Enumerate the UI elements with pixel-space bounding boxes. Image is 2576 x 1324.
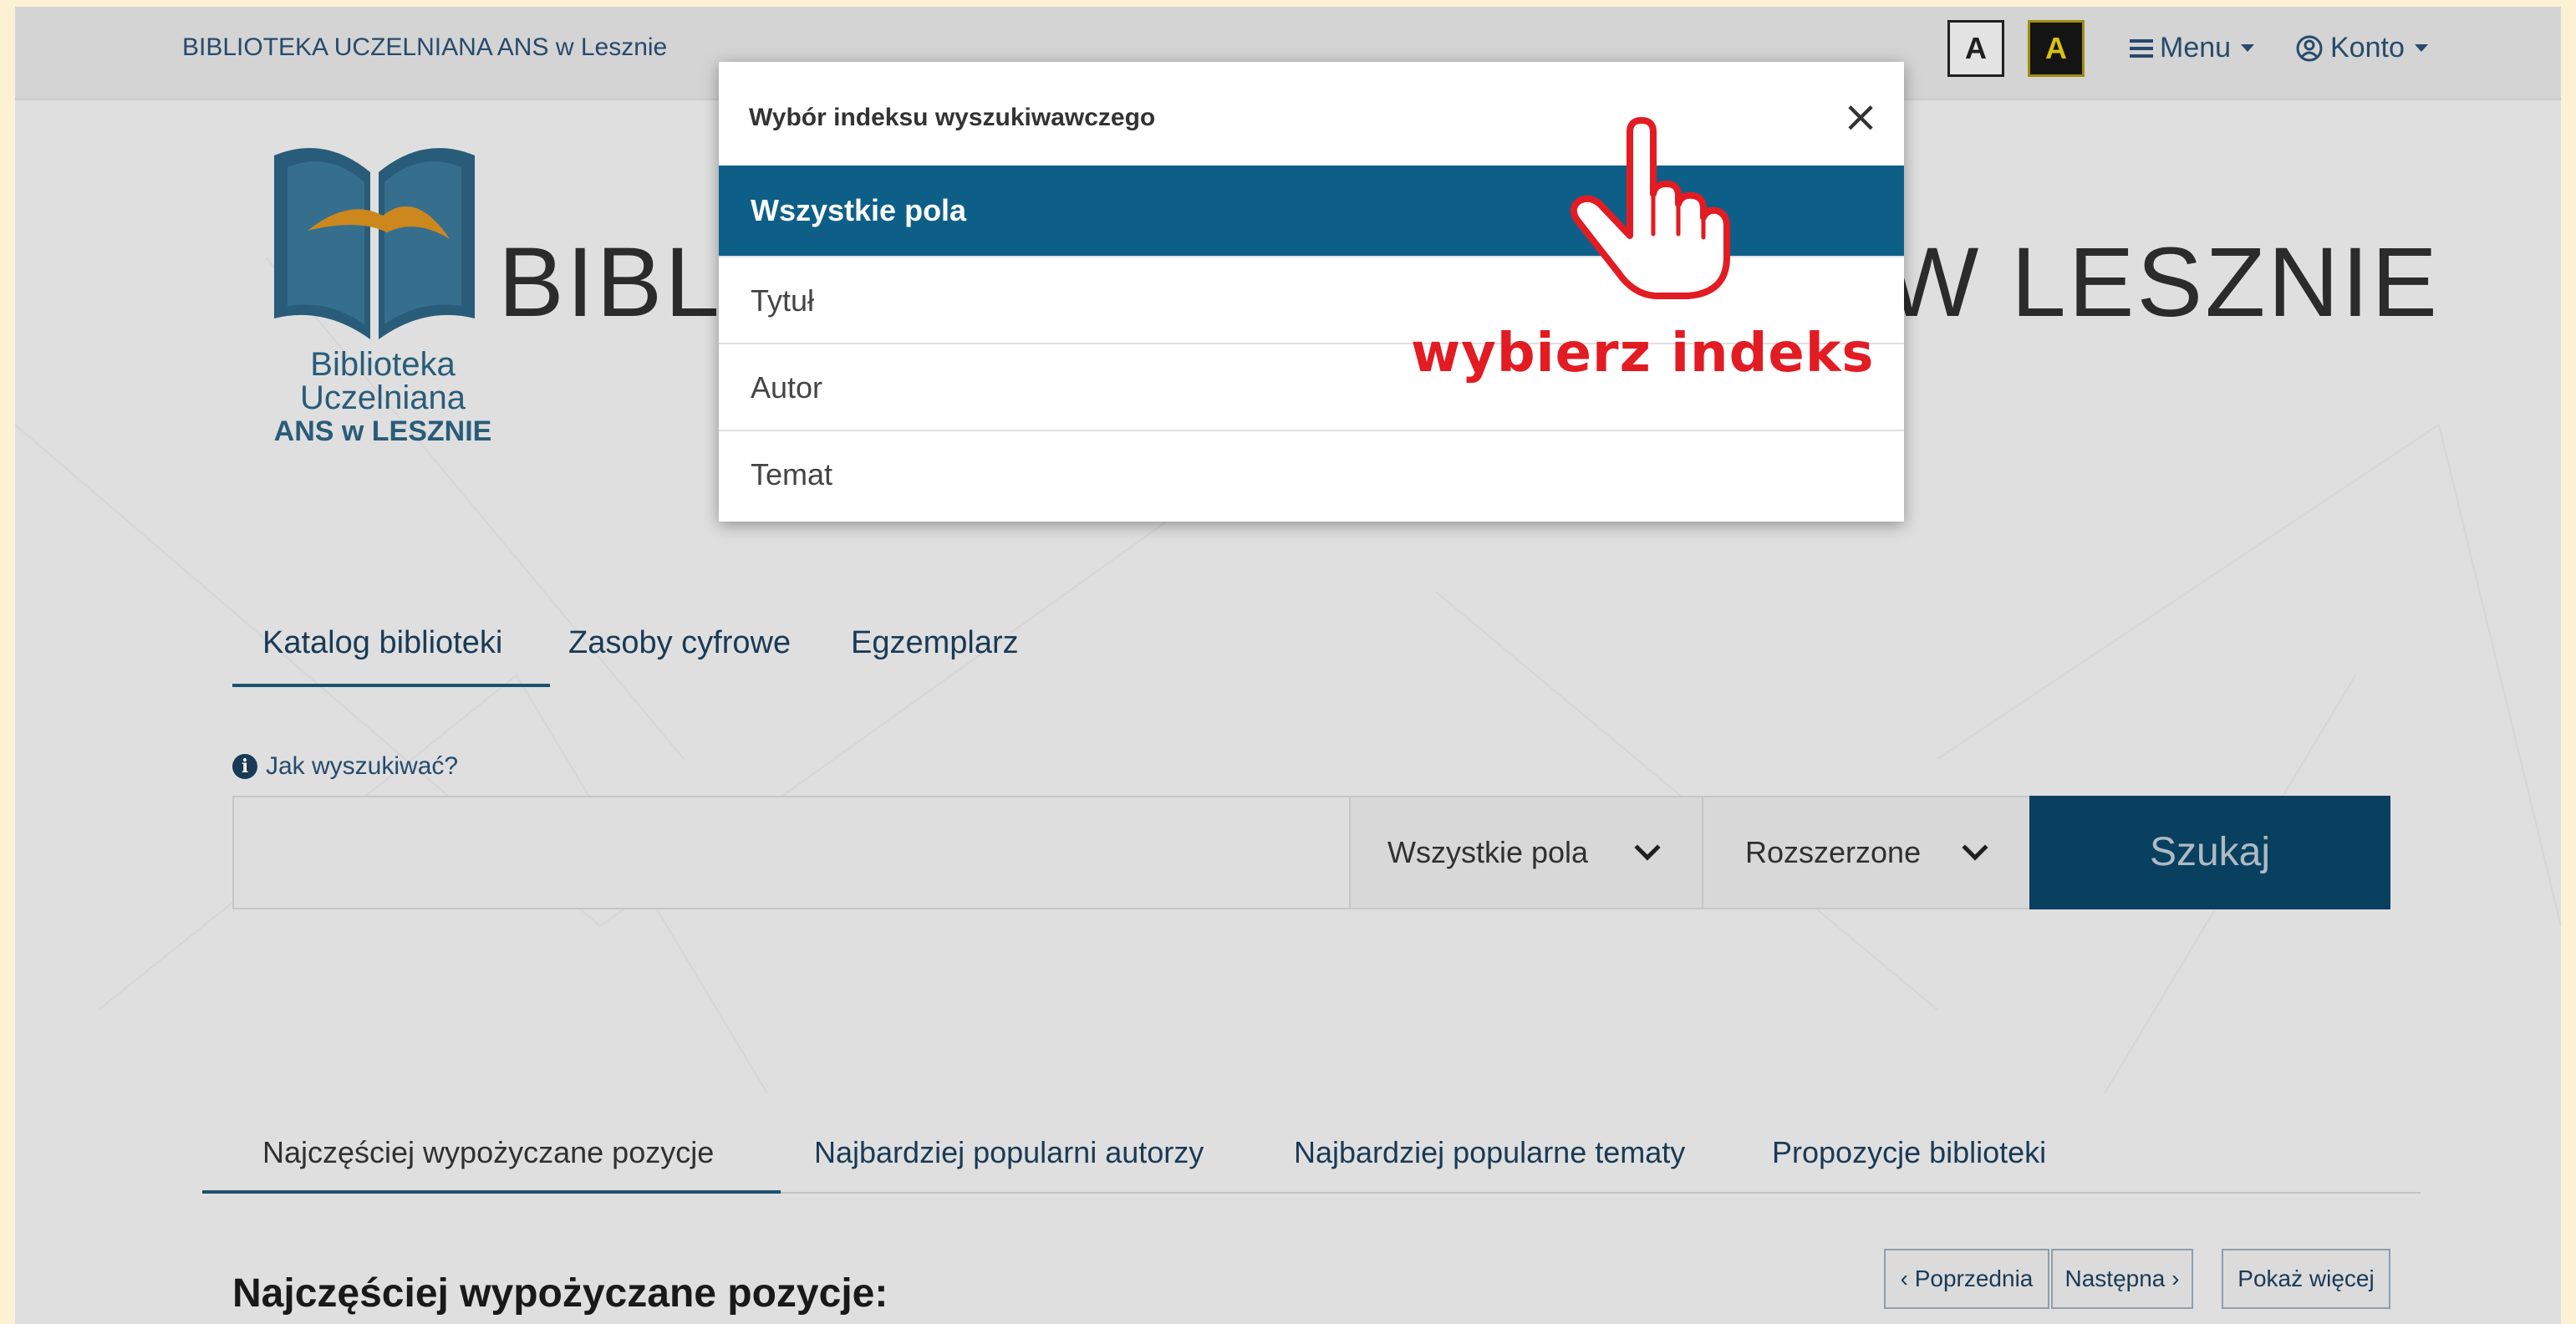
close-button[interactable]: × (1839, 95, 1882, 139)
hand-pointer-icon (1570, 117, 1730, 299)
modal-title: Wybór indeksu wyszukiwawczego (749, 104, 1156, 131)
index-option-topic[interactable]: Temat (719, 430, 1904, 517)
page: BIBLIOTEKA UCZELNIANA ANS w Lesznie A A … (15, 7, 2561, 1324)
annotation-label: wybierz indeks (1411, 323, 1875, 384)
